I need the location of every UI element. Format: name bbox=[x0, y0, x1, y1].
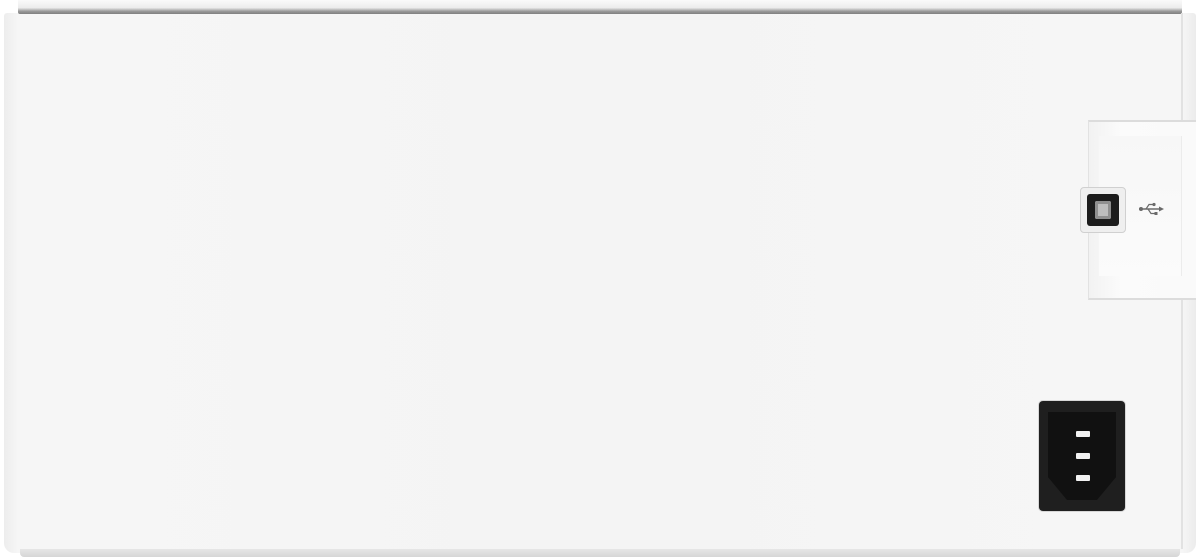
power-pin-bottom bbox=[1076, 475, 1090, 481]
power-pin-middle bbox=[1076, 453, 1090, 459]
top-lid-seam bbox=[18, 0, 1182, 14]
power-inlet bbox=[1039, 401, 1125, 511]
printer-base bbox=[20, 549, 1180, 557]
usb-icon bbox=[1139, 202, 1164, 215]
usb-socket bbox=[1087, 194, 1119, 226]
power-pin-top bbox=[1076, 431, 1090, 437]
usb-socket-tongue bbox=[1095, 201, 1111, 219]
printer-body-rear-panel bbox=[4, 13, 1196, 553]
usb-b-port bbox=[1080, 187, 1126, 233]
printer-rear-view bbox=[0, 0, 1200, 560]
